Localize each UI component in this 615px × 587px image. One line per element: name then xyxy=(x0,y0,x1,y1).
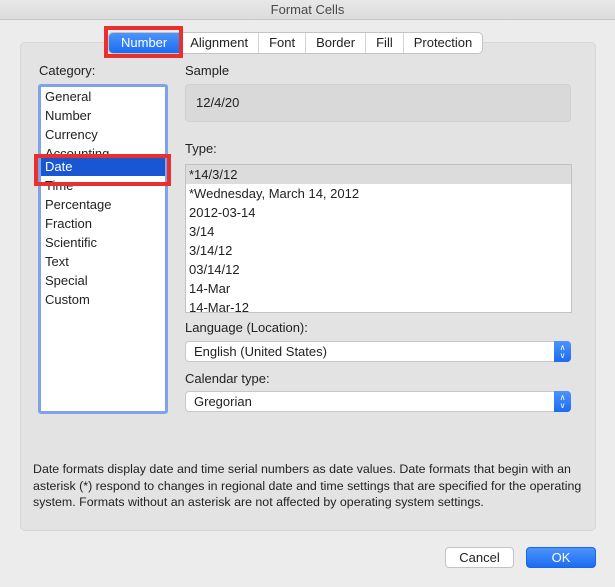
category-item-percentage[interactable]: Percentage xyxy=(41,195,165,214)
tab-protection[interactable]: Protection xyxy=(404,33,483,53)
category-item-scientific[interactable]: Scientific xyxy=(41,233,165,252)
type-label: Type: xyxy=(185,141,217,156)
tab-alignment[interactable]: Alignment xyxy=(180,33,260,53)
calendar-select-value: Gregorian xyxy=(194,394,252,409)
ok-button[interactable]: OK xyxy=(526,547,596,568)
tab-border[interactable]: Border xyxy=(306,33,367,53)
chevron-up-down-icon: ∧ ∨ xyxy=(554,391,571,412)
type-item[interactable]: 03/14/12 xyxy=(186,260,571,279)
sample-label: Sample xyxy=(185,63,230,78)
window-title: Format Cells xyxy=(0,0,615,20)
category-item-accounting[interactable]: Accounting xyxy=(41,144,165,157)
category-item-number[interactable]: Number xyxy=(41,106,165,125)
type-item[interactable]: 2012-03-14 xyxy=(186,203,571,222)
sample-value: 12/4/20 xyxy=(185,84,571,122)
tab-fill[interactable]: Fill xyxy=(366,33,404,53)
type-item[interactable]: *Wednesday, March 14, 2012 xyxy=(186,184,571,203)
category-item-general[interactable]: General xyxy=(41,87,165,106)
language-label: Language (Location): xyxy=(185,320,308,335)
category-item-special[interactable]: Special xyxy=(41,271,165,290)
category-item-date[interactable]: Date xyxy=(41,157,165,176)
category-item-text[interactable]: Text xyxy=(41,252,165,271)
tab-bar: Number Alignment Font Border Fill Protec… xyxy=(108,32,484,54)
language-select-value: English (United States) xyxy=(194,344,327,359)
type-item[interactable]: 3/14 xyxy=(186,222,571,241)
category-item-custom[interactable]: Custom xyxy=(41,290,165,309)
type-item[interactable]: *14/3/12 xyxy=(186,165,571,184)
type-item[interactable]: 3/14/12 xyxy=(186,241,571,260)
category-label: Category: xyxy=(39,63,96,78)
format-description: Date formats display date and time seria… xyxy=(33,462,582,509)
tab-number[interactable]: Number xyxy=(109,33,181,53)
category-item-currency[interactable]: Currency xyxy=(41,125,165,144)
type-item[interactable]: 14-Mar-12 xyxy=(186,298,571,312)
tab-font[interactable]: Font xyxy=(259,33,307,53)
category-item-time[interactable]: Time xyxy=(41,176,165,195)
calendar-label: Calendar type: xyxy=(185,371,270,386)
cancel-button[interactable]: Cancel xyxy=(445,547,514,568)
language-select[interactable]: English (United States) ∧ ∨ xyxy=(185,341,571,362)
category-list[interactable]: General Number Currency Accounting Date … xyxy=(38,84,168,414)
type-item[interactable]: 14-Mar xyxy=(186,279,571,298)
chevron-up-down-icon: ∧ ∨ xyxy=(554,341,571,362)
category-item-fraction[interactable]: Fraction xyxy=(41,214,165,233)
type-list[interactable]: *14/3/12 *Wednesday, March 14, 2012 2012… xyxy=(185,164,572,313)
calendar-type-select[interactable]: Gregorian ∧ ∨ xyxy=(185,391,571,412)
